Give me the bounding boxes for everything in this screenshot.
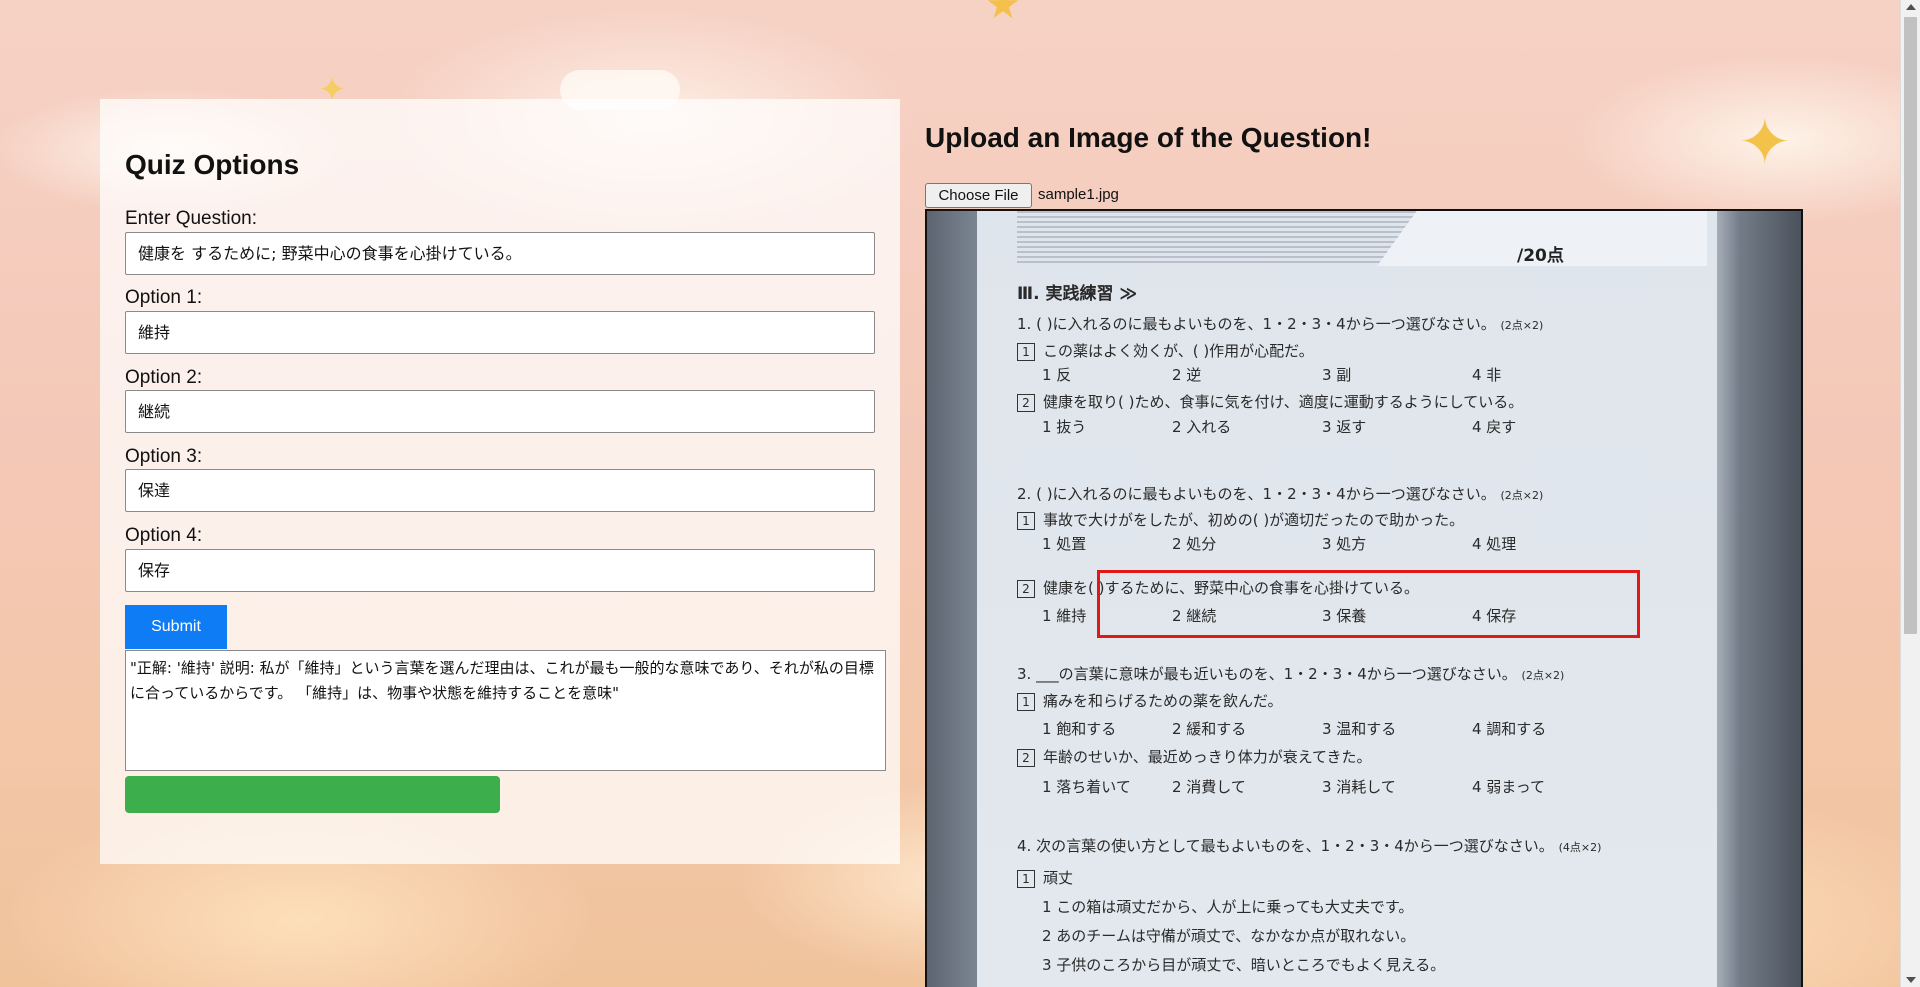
q1-item-1: 1 この薬はよく効くが、( )作用が心配だ。 (1017, 340, 1314, 361)
choice: 3 返す (1322, 418, 1367, 436)
uploaded-question-image: /20点 Ⅲ. 実践練習 ≫ 1. ( )に入れるのに最もよいものを、1・2・3… (925, 209, 1803, 987)
star-decoration: ★ (985, 0, 1021, 27)
scroll-thumb[interactable] (1904, 17, 1917, 634)
option-4-label: Option 4: (125, 525, 203, 546)
section-title: Ⅲ. 実践練習 ≫ (1017, 284, 1138, 304)
submit-button[interactable]: Submit (125, 605, 227, 649)
q1-item-2: 2 健康を取り( )ため、食事に気を付け、適度に運動するようにしている。 (1017, 391, 1523, 412)
option-2-input[interactable]: 継続 (125, 390, 875, 433)
score-label: /20点 (1517, 246, 1564, 266)
q4-item-1: 1 頑丈 (1017, 867, 1073, 888)
q3-item-1: 1 痛みを和らげるための薬を飲んだ。 (1017, 690, 1283, 711)
option-1-label: Option 1: (125, 287, 203, 308)
q2-heading: 2. ( )に入れるのに最もよいものを、1・2・3・4から一つ選びなさい。 (2… (1017, 485, 1544, 503)
choice: 2 緩和する (1172, 720, 1247, 738)
q2-item-1: 1 事故で大けがをしたが、初めの( )が適切だったので助かった。 (1017, 509, 1464, 530)
choice: 1 抜う (1042, 418, 1087, 436)
option-1-input[interactable]: 維持 (125, 311, 875, 354)
option-4-input[interactable]: 保存 (125, 549, 875, 592)
choice: 3 消耗して (1322, 778, 1396, 796)
choice: 4 戻す (1472, 418, 1517, 436)
choice: 1 反 (1042, 366, 1072, 384)
choice: 3 処方 (1322, 535, 1367, 553)
selected-file-name: sample1.jpg (1038, 186, 1119, 203)
choice: 2 入れる (1172, 418, 1232, 436)
option-3-label: Option 3: (125, 446, 203, 467)
choice: 1 維持 (1042, 607, 1087, 625)
scroll-up-icon[interactable] (1906, 4, 1916, 10)
quiz-options-panel: Quiz Options Enter Question: 健康を するために; … (100, 99, 900, 864)
scroll-down-icon[interactable] (1906, 977, 1916, 983)
textbook-page: /20点 Ⅲ. 実践練習 ≫ 1. ( )に入れるのに最もよいものを、1・2・3… (977, 211, 1717, 987)
star-decoration: ✦ (1738, 106, 1792, 178)
upload-heading: Upload an Image of the Question! (925, 122, 1372, 153)
question-input[interactable]: 健康を するために; 野菜中心の食事を心掛けている。 (125, 232, 875, 275)
quiz-options-heading: Quiz Options (125, 149, 300, 180)
choice: 4 処理 (1472, 535, 1517, 553)
option-3-input[interactable]: 保達 (125, 469, 875, 512)
choose-file-button[interactable]: Choose File (925, 183, 1032, 208)
choice: 2 処分 (1172, 535, 1217, 553)
choice: 4 非 (1472, 366, 1502, 384)
green-action-button[interactable] (125, 776, 500, 813)
choice: 3 副 (1322, 366, 1352, 384)
choice: 2 逆 (1172, 366, 1202, 384)
choice: 1 落ち着いて (1042, 778, 1131, 796)
question-label: Enter Question: (125, 208, 258, 229)
q4-line: 1 この箱は頑丈だから、人が上に乗っても大丈夫です。 (1042, 898, 1414, 916)
option-2-label: Option 2: (125, 367, 203, 388)
q3-item-2: 2 年齢のせいか、最近めっきり体力が衰えてきた。 (1017, 746, 1372, 767)
q3-heading: 3. ___の言葉に意味が最も近いものを、1・2・3・4から一つ選びなさい。 (… (1017, 665, 1565, 683)
q4-line: 2 あのチームは守備が頑丈で、なかなか点が取れない。 (1042, 927, 1416, 945)
page-scrollbar[interactable] (1900, 0, 1920, 987)
q4-line: 3 子供のころから目が頑丈で、暗いところでもよく見える。 (1042, 956, 1446, 974)
choice: 1 処置 (1042, 535, 1087, 553)
choice: 2 消費して (1172, 778, 1246, 796)
choice: 4 弱まって (1472, 778, 1545, 796)
choice: 1 飽和する (1042, 720, 1117, 738)
answer-highlight-box (1097, 570, 1640, 638)
explanation-textarea[interactable]: "正解: '維持' 説明: 私が「維持」という言葉を選んだ理由は、これが最も一般… (125, 650, 886, 771)
page-body: { "quiz": { "heading": "Quiz Options", "… (0, 0, 1920, 987)
q4-heading: 4. 次の言葉の使い方として最もよいものを、1・2・3・4から一つ選びなさい。 … (1017, 837, 1602, 855)
choice: 4 調和する (1472, 720, 1547, 738)
q1-heading: 1. ( )に入れるのに最もよいものを、1・2・3・4から一つ選びなさい。 (2… (1017, 315, 1544, 333)
choice: 3 温和する (1322, 720, 1397, 738)
